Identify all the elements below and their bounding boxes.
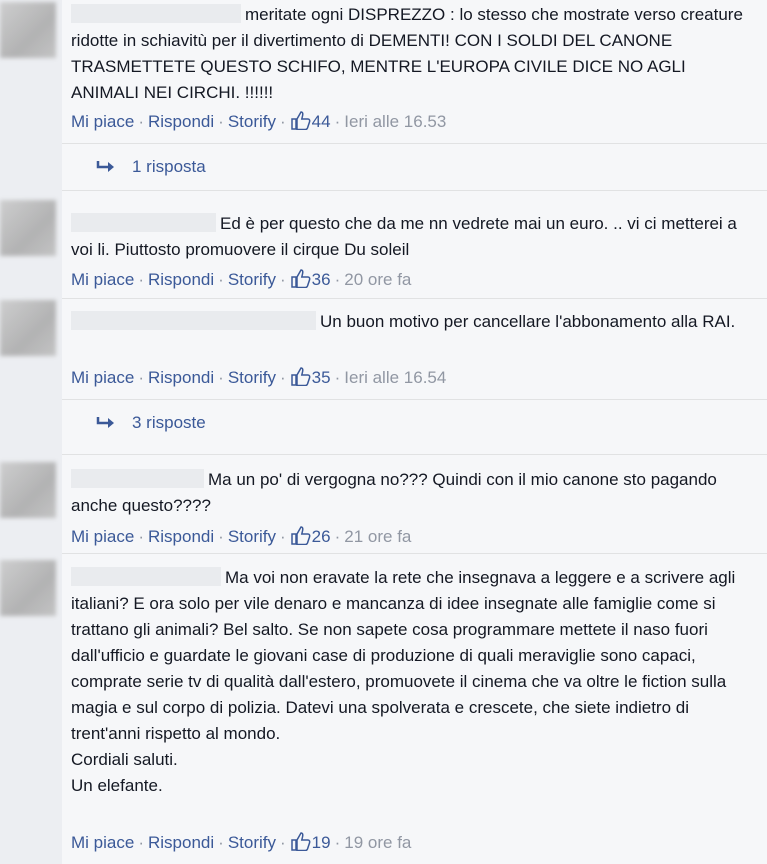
comment: Un buon motivo per cancellare l'abboname… (62, 299, 767, 455)
reply-link[interactable]: Rispondi (148, 833, 214, 852)
reply-link[interactable]: Rispondi (148, 527, 214, 546)
like-link[interactable]: Mi piace (71, 833, 134, 852)
storify-link[interactable]: Storify (228, 112, 276, 131)
author-name[interactable] (71, 213, 216, 232)
avatar[interactable] (0, 2, 56, 58)
thumbs-up-icon[interactable] (290, 526, 312, 545)
replies-row[interactable]: 1 risposta (62, 143, 767, 190)
reply-arrow-icon (96, 161, 114, 172)
like-count[interactable]: 26 (312, 527, 331, 546)
comment-actions: Mi piace · Rispondi · Storify · 19 · 19 ore fa (71, 832, 411, 853)
thumbs-up-icon[interactable] (290, 367, 312, 386)
thumbs-up-icon[interactable] (290, 832, 312, 851)
comment-text: meritate ogni DISPREZZO : lo stesso che … (71, 2, 747, 106)
comment: Ma un po' di vergogna no??? Quindi con i… (62, 455, 767, 554)
like-link[interactable]: Mi piace (71, 270, 134, 289)
comment-closing: Cordiali saluti. (71, 750, 178, 769)
reply-link[interactable]: Rispondi (148, 270, 214, 289)
reply-link[interactable]: Rispondi (148, 112, 214, 131)
timestamp[interactable]: Ieri alle 16.54 (344, 368, 446, 387)
comment-text: Ma voi non eravate la rete che insegnava… (71, 565, 747, 799)
thumbs-up-icon[interactable] (290, 111, 312, 130)
storify-link[interactable]: Storify (228, 270, 276, 289)
separator: · (280, 368, 286, 387)
separator: · (218, 368, 224, 387)
like-count[interactable]: 19 (312, 833, 331, 852)
storify-link[interactable]: Storify (228, 833, 276, 852)
separator: · (280, 527, 286, 546)
comment-actions: Mi piace · Rispondi · Storify · 36 · 20 ore fa (71, 269, 411, 290)
comment-body: Ma voi non eravate la rete che insegnava… (71, 568, 736, 743)
storify-link[interactable]: Storify (228, 368, 276, 387)
separator: · (334, 527, 341, 546)
comment-actions: Mi piace · Rispondi · Storify · 26 · 21 ore fa (71, 526, 411, 547)
author-name[interactable] (71, 567, 221, 586)
like-count[interactable]: 35 (312, 368, 331, 387)
like-link[interactable]: Mi piace (71, 112, 134, 131)
replies-row[interactable]: 3 risposte (62, 399, 767, 446)
comment-text: Ma un po' di vergogna no??? Quindi con i… (71, 467, 747, 519)
reply-arrow-icon (96, 417, 114, 428)
timestamp[interactable]: Ieri alle 16.53 (344, 112, 446, 131)
thumbs-up-icon[interactable] (290, 269, 312, 288)
author-name[interactable] (71, 311, 316, 330)
comment-signature: Un elefante. (71, 776, 163, 795)
separator: · (334, 112, 341, 131)
replies-link[interactable]: 1 risposta (132, 157, 206, 177)
avatar-column (0, 0, 62, 864)
author-name[interactable] (71, 4, 241, 23)
separator: · (138, 112, 144, 131)
timestamp[interactable]: 19 ore fa (344, 833, 411, 852)
separator: · (218, 833, 224, 852)
like-link[interactable]: Mi piace (71, 368, 134, 387)
separator: · (334, 368, 341, 387)
comment: meritate ogni DISPREZZO : lo stesso che … (62, 0, 767, 191)
timestamp[interactable]: 20 ore fa (344, 270, 411, 289)
avatar[interactable] (0, 462, 56, 518)
separator: · (280, 112, 286, 131)
separator: · (138, 270, 144, 289)
like-count[interactable]: 36 (312, 270, 331, 289)
author-name[interactable] (71, 469, 204, 488)
separator: · (218, 112, 224, 131)
like-count[interactable]: 44 (312, 112, 331, 131)
separator: · (334, 270, 341, 289)
replies-link[interactable]: 3 risposte (132, 413, 206, 433)
separator: · (138, 833, 144, 852)
like-link[interactable]: Mi piace (71, 527, 134, 546)
comment: Ed è per questo che da me nn vedrete mai… (62, 197, 767, 299)
comment-text: Un buon motivo per cancellare l'abboname… (71, 309, 747, 335)
comment-text: Ed è per questo che da me nn vedrete mai… (71, 211, 747, 263)
avatar[interactable] (0, 200, 56, 256)
avatar[interactable] (0, 560, 56, 616)
separator: · (138, 368, 144, 387)
comment-actions: Mi piace · Rispondi · Storify · 44 · Ieri alle 1… (71, 111, 446, 132)
separator: · (218, 270, 224, 289)
separator: · (280, 833, 286, 852)
separator: · (218, 527, 224, 546)
comment-actions: Mi piace · Rispondi · Storify · 35 · Ieri alle 1… (71, 367, 446, 388)
separator: · (138, 527, 144, 546)
comment-list: meritate ogni DISPREZZO : lo stesso che … (62, 0, 767, 864)
timestamp[interactable]: 21 ore fa (344, 527, 411, 546)
comment-body: Un buon motivo per cancellare l'abboname… (320, 312, 736, 331)
separator: · (280, 270, 286, 289)
reply-link[interactable]: Rispondi (148, 368, 214, 387)
avatar[interactable] (0, 300, 56, 356)
comment: Ma voi non eravate la rete che insegnava… (62, 554, 767, 864)
separator: · (334, 833, 341, 852)
storify-link[interactable]: Storify (228, 527, 276, 546)
